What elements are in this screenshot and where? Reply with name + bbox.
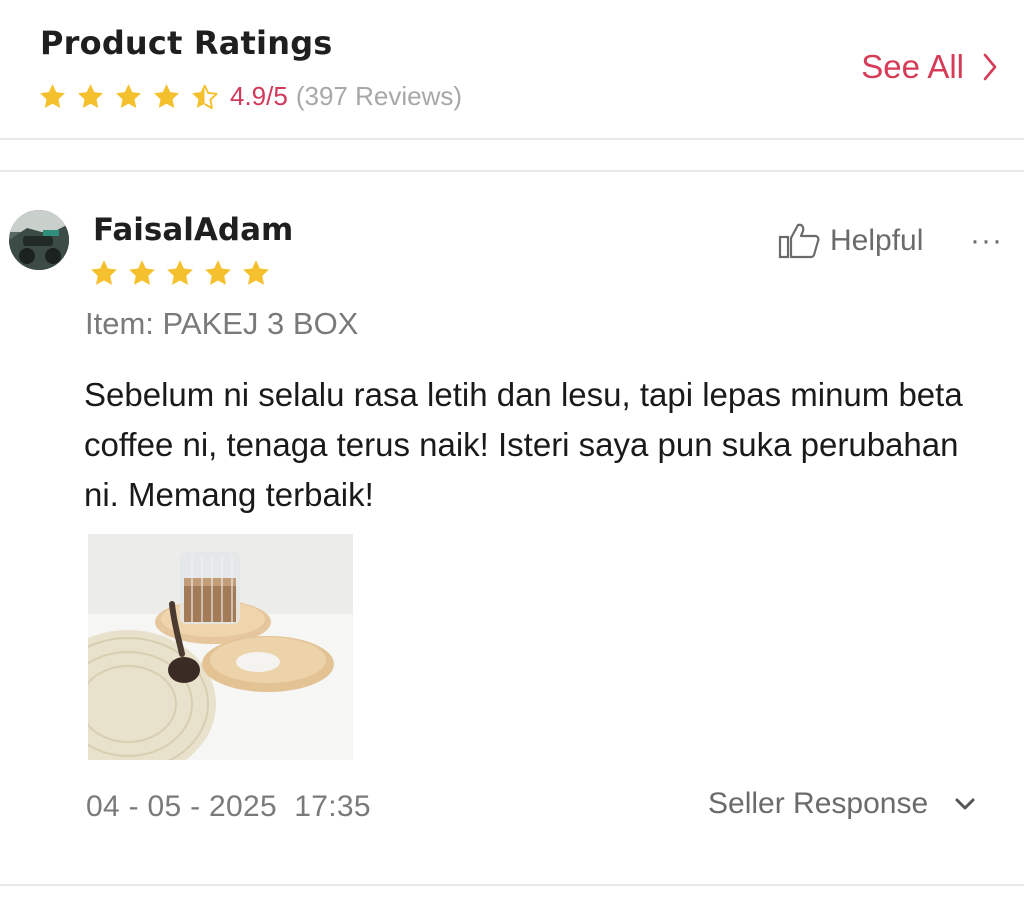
chevron-right-icon [983, 53, 997, 81]
star-icon [243, 260, 269, 285]
thumbs-up-icon [778, 223, 820, 259]
chevron-down-icon [955, 798, 975, 810]
helpful-button[interactable]: Helpful [778, 222, 923, 260]
avatar[interactable] [9, 210, 69, 270]
more-dots-icon: ··· [970, 224, 1003, 257]
star-icon [91, 260, 117, 285]
seller-response-label: Seller Response [708, 787, 929, 820]
overall-rating: 4.9/5 (397 Reviews) [38, 76, 462, 116]
review-text: Sebelum ni selalu rasa letih dan lesu, t… [84, 376, 963, 513]
see-all-button[interactable]: See All [861, 48, 998, 86]
more-options-button[interactable]: ··· [970, 224, 1003, 258]
divider [0, 884, 1024, 886]
review-card: FaisalAdam Helpful ··· Item: PAKEJ 3 BOX… [0, 172, 1024, 884]
rating-score: 4.9/5 [230, 80, 288, 111]
star-icon [129, 260, 155, 285]
star-icon [154, 83, 179, 108]
review-date: 04 - 05 - 2025 17:35 [86, 790, 371, 823]
half-star-icon [192, 83, 218, 109]
seller-response-toggle[interactable]: Seller Response [708, 787, 976, 821]
product-ratings-header: Product Ratings 4.9/5 (397 Reviews) See … [0, 0, 1024, 138]
reviewer-name: FaisalAdam [93, 212, 294, 248]
star-icon [78, 83, 103, 108]
section-gap [0, 140, 1024, 170]
section-title: Product Ratings [40, 24, 333, 62]
star-icon [40, 83, 65, 108]
see-all-label: See All [861, 48, 964, 85]
review-photo[interactable] [88, 534, 353, 760]
review-stars [89, 258, 279, 288]
item-variant: Item: PAKEJ 3 BOX [85, 306, 359, 341]
review-count: (397 Reviews) [295, 80, 462, 111]
helpful-label: Helpful [830, 224, 924, 257]
star-icon [205, 260, 231, 285]
star-icon [116, 83, 141, 108]
star-icon [167, 260, 193, 285]
